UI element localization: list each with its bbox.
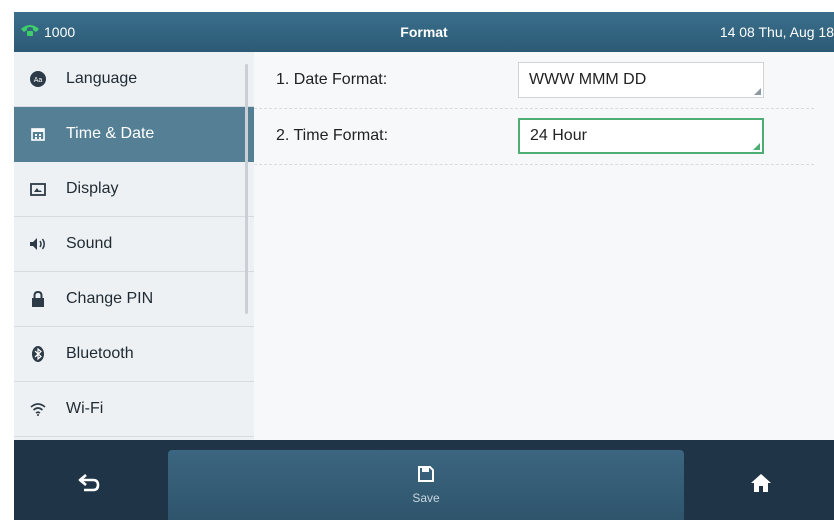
save-label: Save (412, 490, 440, 505)
sidebar-item-label: Wi-Fi (66, 400, 104, 417)
page-title: Format (400, 24, 448, 40)
dropdown-corner-icon (754, 88, 761, 95)
status-bar: 1000 Format 14 08 Thu, Aug 18 (14, 12, 834, 52)
time-format-label: 2. Time Format: (276, 127, 389, 144)
sidebar-item-sound[interactable]: Sound (14, 217, 254, 272)
back-button[interactable] (14, 450, 164, 520)
sidebar-item-time-date[interactable]: Time & Date (14, 107, 254, 162)
language-icon: Aa (28, 69, 48, 89)
save-button[interactable]: Save (168, 450, 684, 520)
sidebar-item-label: Change PIN (66, 290, 154, 307)
softkey-bar: Save (14, 440, 834, 520)
date-format-label: 1. Date Format: (276, 71, 388, 88)
home-button[interactable] (688, 450, 834, 520)
datetime: 14 08 Thu, Aug 18 (719, 24, 834, 40)
svg-text:Aa: Aa (34, 77, 43, 84)
format-settings-panel: 1. Date Format: WWW MMM DD 2. Time Forma… (254, 52, 834, 440)
time-format-select[interactable]: 24 Hour (518, 118, 764, 154)
display-icon (28, 179, 48, 199)
sidebar-item-display[interactable]: Display (14, 162, 254, 217)
settings-sidebar: Aa Language Time & Date Display Sound Ch… (14, 52, 254, 440)
bluetooth-icon (28, 344, 48, 364)
dropdown-corner-icon (753, 143, 760, 150)
sidebar-item-wifi[interactable]: Wi-Fi (14, 382, 254, 437)
date-format-value: WWW MMM DD (529, 71, 647, 88)
sidebar-item-label: Time & Date (66, 125, 155, 142)
time-format-row: 2. Time Format: 24 Hour (254, 108, 814, 165)
sidebar-item-change-pin[interactable]: Change PIN (14, 272, 254, 327)
phone-screen: 1000 Format 14 08 Thu, Aug 18 Aa Languag… (14, 12, 834, 520)
home-icon (750, 473, 772, 498)
date-format-row: 1. Date Format: WWW MMM DD (254, 52, 814, 109)
sidebar-item-label: Display (66, 180, 119, 197)
time-format-value: 24 Hour (530, 127, 587, 144)
sidebar-item-bluetooth[interactable]: Bluetooth (14, 327, 254, 382)
date-format-select[interactable]: WWW MMM DD (518, 62, 764, 98)
sidebar-item-label: Language (66, 70, 138, 87)
speaker-icon (28, 234, 48, 254)
back-arrow-icon (78, 473, 100, 498)
sidebar-item-language[interactable]: Aa Language (14, 52, 254, 107)
lock-icon (28, 289, 48, 309)
wifi-icon (28, 399, 48, 419)
calendar-icon (28, 124, 48, 144)
sidebar-scrollbar[interactable] (245, 64, 248, 314)
save-icon (418, 465, 434, 487)
sidebar-item-label: Bluetooth (66, 345, 134, 362)
sidebar-item-label: Sound (66, 235, 113, 252)
